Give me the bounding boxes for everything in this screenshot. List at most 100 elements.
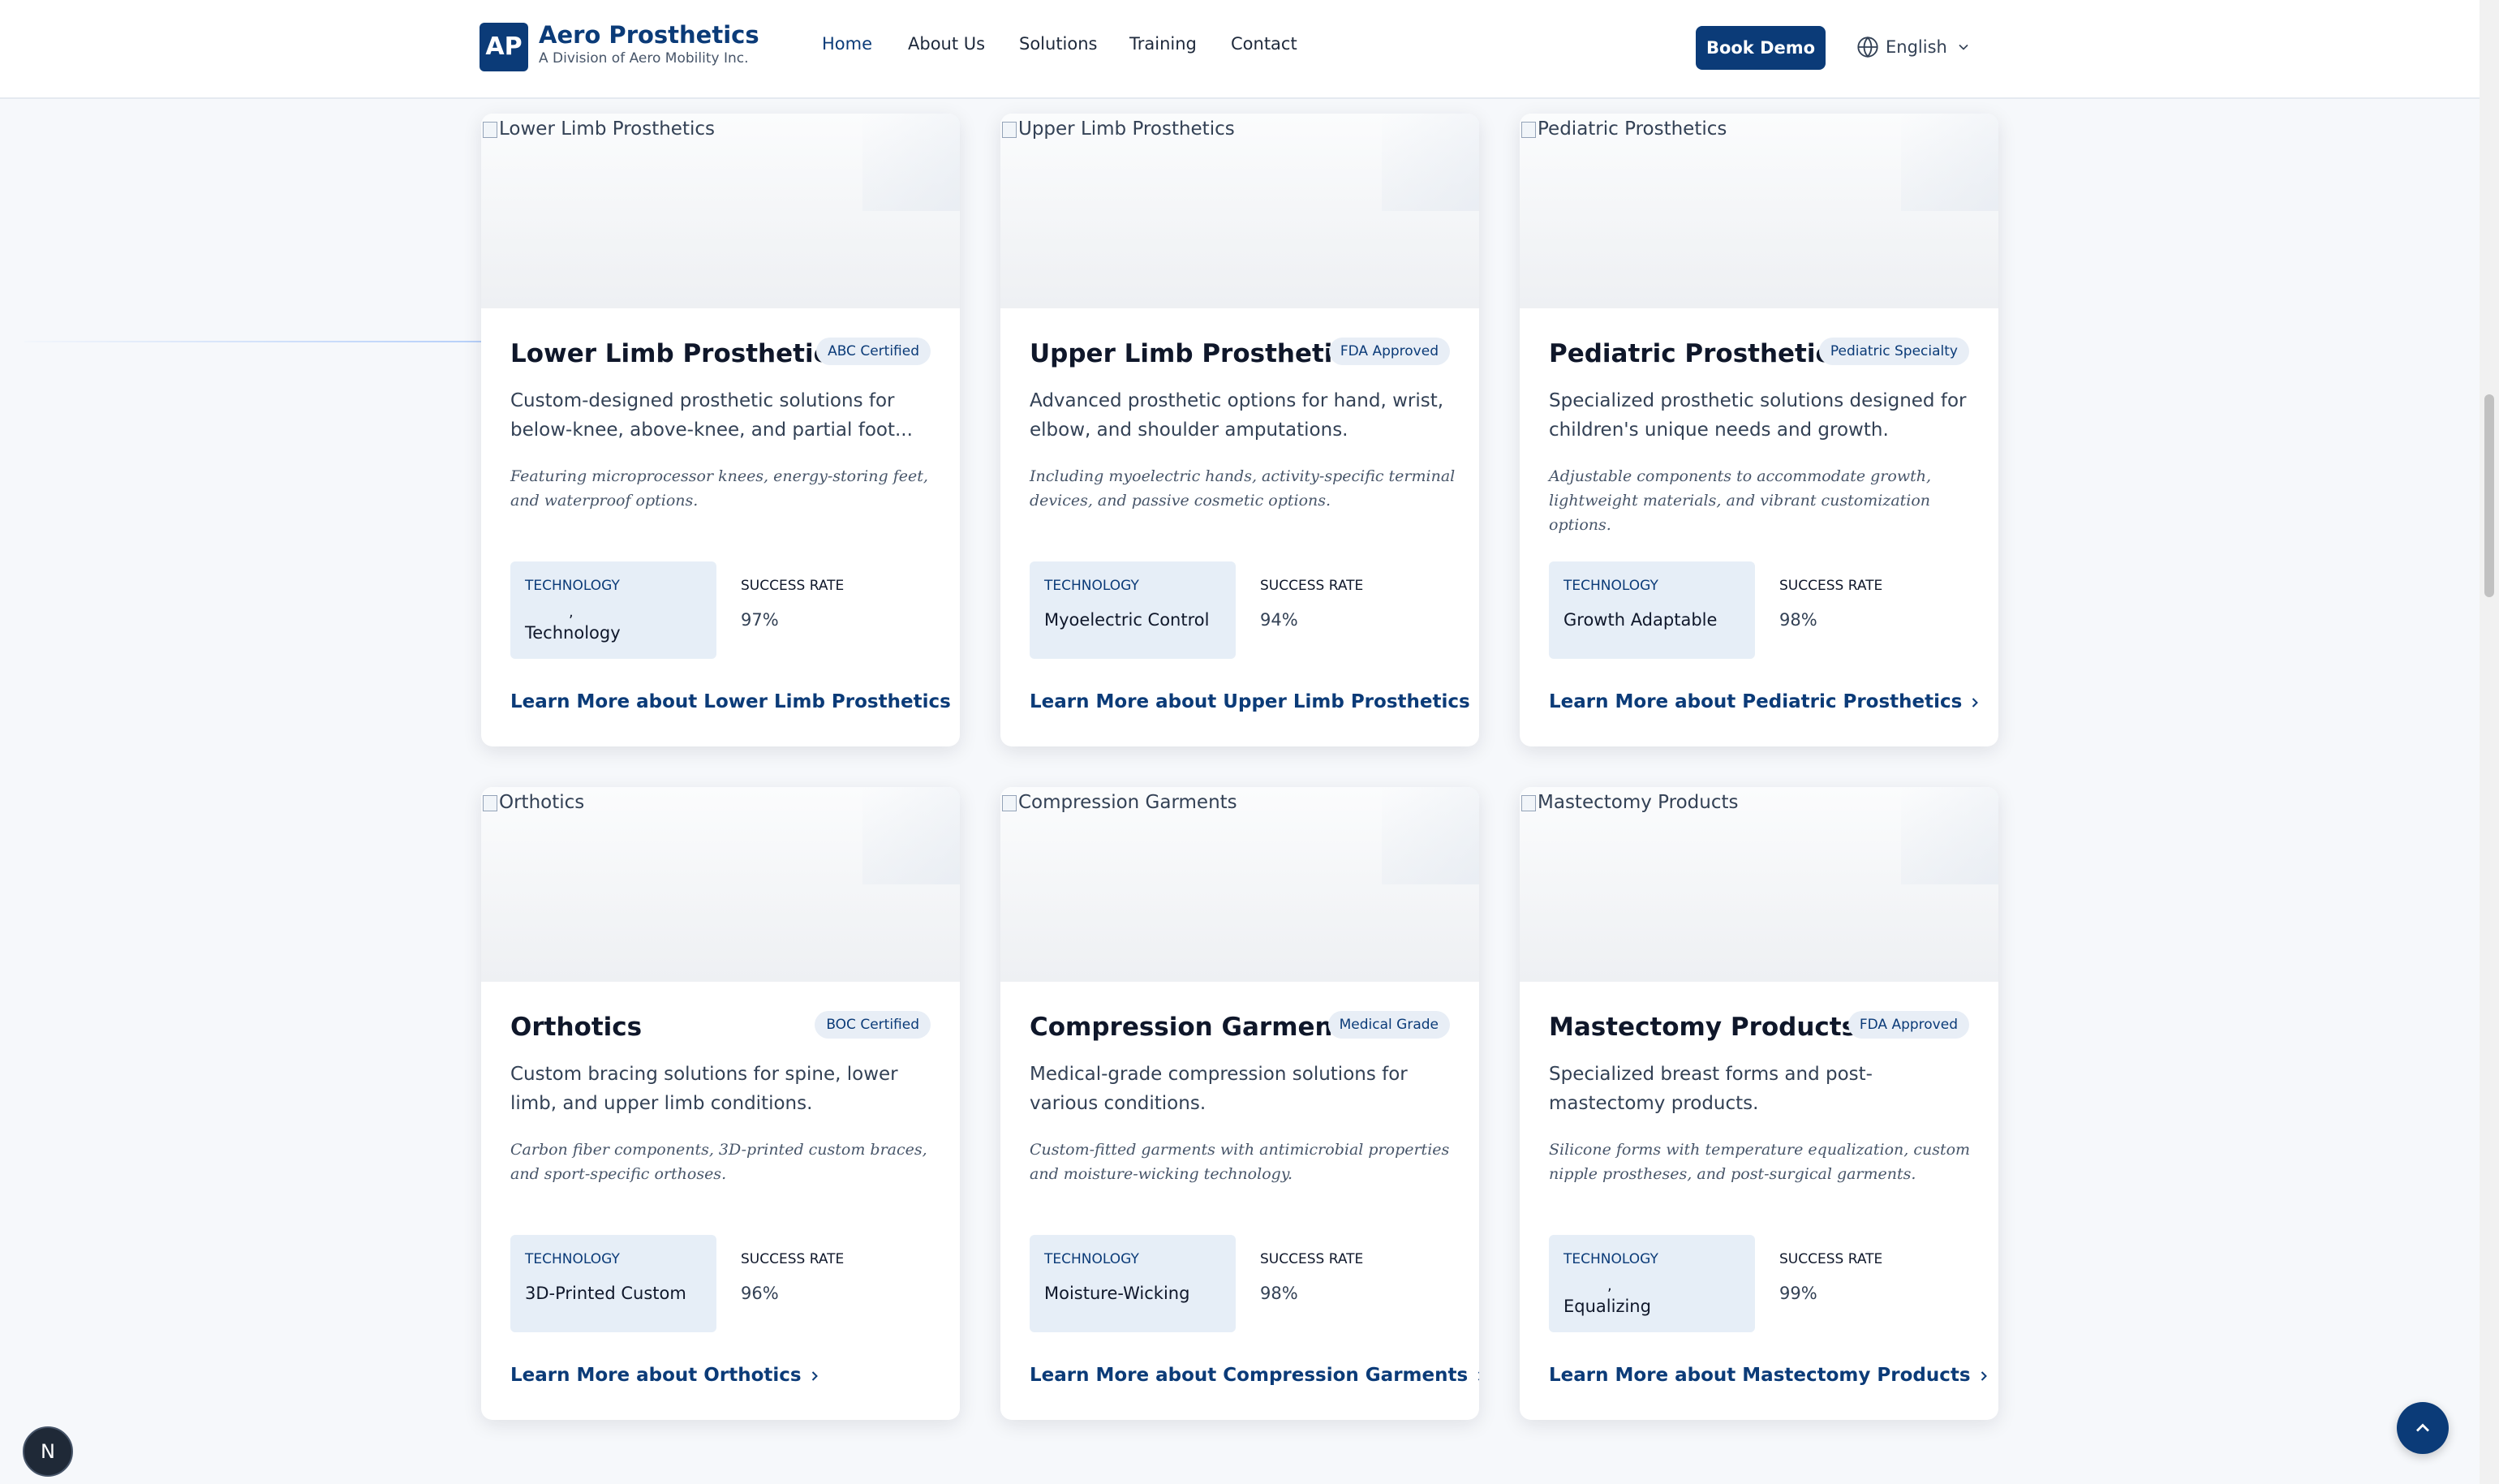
product-card: Compression Garments Compression Garment… bbox=[1000, 787, 1479, 1420]
card-features: Custom-fitted garments with antimicrobia… bbox=[1030, 1141, 1450, 1183]
image-alt-text: Lower Limb Prosthetics bbox=[499, 118, 715, 140]
chevron-down-icon bbox=[1959, 44, 1968, 50]
technology-box: TECHNOLOGY , Technology bbox=[510, 561, 716, 659]
card-description: Medical-grade compression solutions for … bbox=[1030, 1064, 1408, 1114]
chevron-right-icon bbox=[956, 695, 960, 711]
certification-badge: Medical Grade bbox=[1327, 1011, 1450, 1039]
technology-box: TECHNOLOGY 3D-Printed Custom bbox=[510, 1235, 716, 1332]
nav-about-us[interactable]: About Us bbox=[908, 34, 985, 54]
technology-value: Myoelectric Control bbox=[1044, 610, 1210, 630]
card-features: Featuring microprocessor knees, energy-s… bbox=[510, 467, 928, 510]
success-rate-value: 98% bbox=[1260, 1284, 1298, 1303]
nav-training[interactable]: Training bbox=[1129, 34, 1197, 54]
book-demo-button[interactable]: Book Demo bbox=[1696, 26, 1826, 70]
decorative-line bbox=[24, 341, 487, 342]
page-scrollbar-track[interactable] bbox=[2480, 0, 2499, 1484]
success-rate-value: 98% bbox=[1779, 610, 1817, 630]
nav-solutions[interactable]: Solutions bbox=[1019, 34, 1098, 54]
technology-value: Growth Adaptable bbox=[1563, 610, 1718, 630]
nav-contact[interactable]: Contact bbox=[1231, 34, 1297, 54]
page-scrollbar-thumb[interactable] bbox=[2484, 394, 2494, 597]
technology-value: Equalizing bbox=[1563, 1297, 1651, 1316]
card-image: Orthotics bbox=[481, 787, 960, 982]
success-rate-label: SUCCESS RATE bbox=[1779, 1251, 1883, 1267]
learn-more-label: Learn More about Orthotics bbox=[510, 1365, 802, 1386]
card-image: Compression Garments bbox=[1000, 787, 1479, 982]
broken-image-icon bbox=[1521, 122, 1536, 138]
technology-value: 3D-Printed Custom bbox=[525, 1284, 686, 1303]
technology-box: TECHNOLOGY Myoelectric Control bbox=[1030, 561, 1236, 659]
card-title: Compression Garments bbox=[1030, 1013, 1360, 1042]
dev-tools-badge[interactable]: N bbox=[23, 1426, 73, 1477]
technology-label: TECHNOLOGY bbox=[525, 578, 620, 594]
learn-more-link[interactable]: Learn More about Mastectomy Products bbox=[1549, 1365, 1992, 1386]
card-description: Custom bracing solutions for spine, lowe… bbox=[510, 1064, 898, 1114]
image-shine bbox=[862, 787, 960, 884]
learn-more-label: Learn More about Compression Garments bbox=[1030, 1365, 1469, 1386]
learn-more-link[interactable]: Learn More about Compression Garments bbox=[1030, 1365, 1479, 1386]
certification-badge: ABC Certified bbox=[816, 338, 931, 365]
technology-comma: , bbox=[569, 604, 574, 621]
learn-more-link[interactable]: Learn More about Upper Limb Prosthetics bbox=[1030, 691, 1479, 712]
technology-label: TECHNOLOGY bbox=[1044, 578, 1139, 594]
language-label: English bbox=[1886, 37, 1947, 57]
image-shine bbox=[1901, 114, 1998, 211]
learn-more-label: Learn More about Pediatric Prosthetics bbox=[1549, 691, 1963, 712]
card-description: Custom-designed prosthetic solutions for… bbox=[510, 390, 913, 441]
card-features: Adjustable components to accommodate gro… bbox=[1549, 467, 1931, 534]
logo-mark[interactable]: AP bbox=[480, 23, 528, 71]
image-shine bbox=[1382, 114, 1479, 211]
image-alt-text: Upper Limb Prosthetics bbox=[1018, 118, 1235, 140]
success-rate-value: 96% bbox=[741, 1284, 779, 1303]
card-title: Orthotics bbox=[510, 1013, 643, 1042]
product-card: Pediatric Prosthetics Pediatric Prosthet… bbox=[1520, 114, 1998, 746]
card-features: Silicone forms with temperature equaliza… bbox=[1549, 1141, 1971, 1183]
card-image: Mastectomy Products bbox=[1520, 787, 1998, 982]
scroll-to-top-button[interactable] bbox=[2397, 1402, 2449, 1454]
learn-more-link[interactable]: Learn More about Orthotics bbox=[510, 1365, 823, 1386]
learn-more-label: Learn More about Mastectomy Products bbox=[1549, 1365, 1971, 1386]
success-rate-label: SUCCESS RATE bbox=[1779, 578, 1883, 594]
certification-badge: BOC Certified bbox=[815, 1011, 931, 1039]
success-rate-label: SUCCESS RATE bbox=[1260, 1251, 1364, 1267]
nav-home[interactable]: Home bbox=[822, 34, 872, 54]
image-alt-text: Compression Garments bbox=[1018, 792, 1237, 813]
success-rate-value: 97% bbox=[741, 610, 779, 630]
chevron-up-icon bbox=[2416, 1423, 2429, 1432]
technology-box: TECHNOLOGY Moisture-Wicking bbox=[1030, 1235, 1236, 1332]
success-rate-value: 99% bbox=[1779, 1284, 1817, 1303]
brand-subtitle: A Division of Aero Mobility Inc. bbox=[539, 50, 749, 67]
image-alt-text: Pediatric Prosthetics bbox=[1538, 118, 1727, 140]
learn-more-link[interactable]: Learn More about Pediatric Prosthetics bbox=[1549, 691, 1983, 712]
certification-badge: FDA Approved bbox=[1847, 1011, 1969, 1039]
brand-name[interactable]: Aero Prosthetics bbox=[539, 21, 759, 49]
card-image: Pediatric Prosthetics bbox=[1520, 114, 1998, 308]
image-shine bbox=[862, 114, 960, 211]
card-description: Specialized prosthetic solutions designe… bbox=[1549, 390, 1967, 441]
success-rate-value: 94% bbox=[1260, 610, 1298, 630]
card-title: Lower Limb Prosthetics bbox=[510, 339, 844, 368]
technology-label: TECHNOLOGY bbox=[1563, 578, 1658, 594]
chevron-right-icon bbox=[1475, 695, 1479, 711]
card-title: Upper Limb Prosthetics bbox=[1030, 339, 1363, 368]
broken-image-icon bbox=[1002, 122, 1017, 138]
image-shine bbox=[1901, 787, 1998, 884]
broken-image-icon bbox=[1002, 795, 1017, 811]
technology-value: Technology bbox=[525, 623, 621, 643]
technology-value: Moisture-Wicking bbox=[1044, 1284, 1190, 1303]
site-header: AP Aero Prosthetics A Division of Aero M… bbox=[0, 0, 2480, 99]
chevron-right-icon bbox=[1981, 1370, 1987, 1381]
globe-icon bbox=[1857, 36, 1878, 58]
language-selector[interactable]: English bbox=[1856, 36, 1972, 62]
technology-comma: , bbox=[1607, 1277, 1612, 1294]
card-description: Advanced prosthetic options for hand, wr… bbox=[1030, 390, 1444, 441]
product-card: Lower Limb Prosthetics Lower Limb Prosth… bbox=[481, 114, 960, 746]
image-alt-text: Orthotics bbox=[499, 792, 585, 813]
card-description: Specialized breast forms and post-mastec… bbox=[1549, 1064, 1873, 1114]
success-rate-label: SUCCESS RATE bbox=[741, 1251, 845, 1267]
learn-more-link[interactable]: Learn More about Lower Limb Prosthetics bbox=[510, 691, 960, 712]
chevron-right-icon bbox=[1477, 1371, 1479, 1380]
learn-more-label: Learn More about Upper Limb Prosthetics bbox=[1030, 691, 1470, 712]
chevron-right-icon bbox=[1972, 697, 1979, 708]
card-features: Including myoelectric hands, activity-sp… bbox=[1030, 467, 1456, 510]
